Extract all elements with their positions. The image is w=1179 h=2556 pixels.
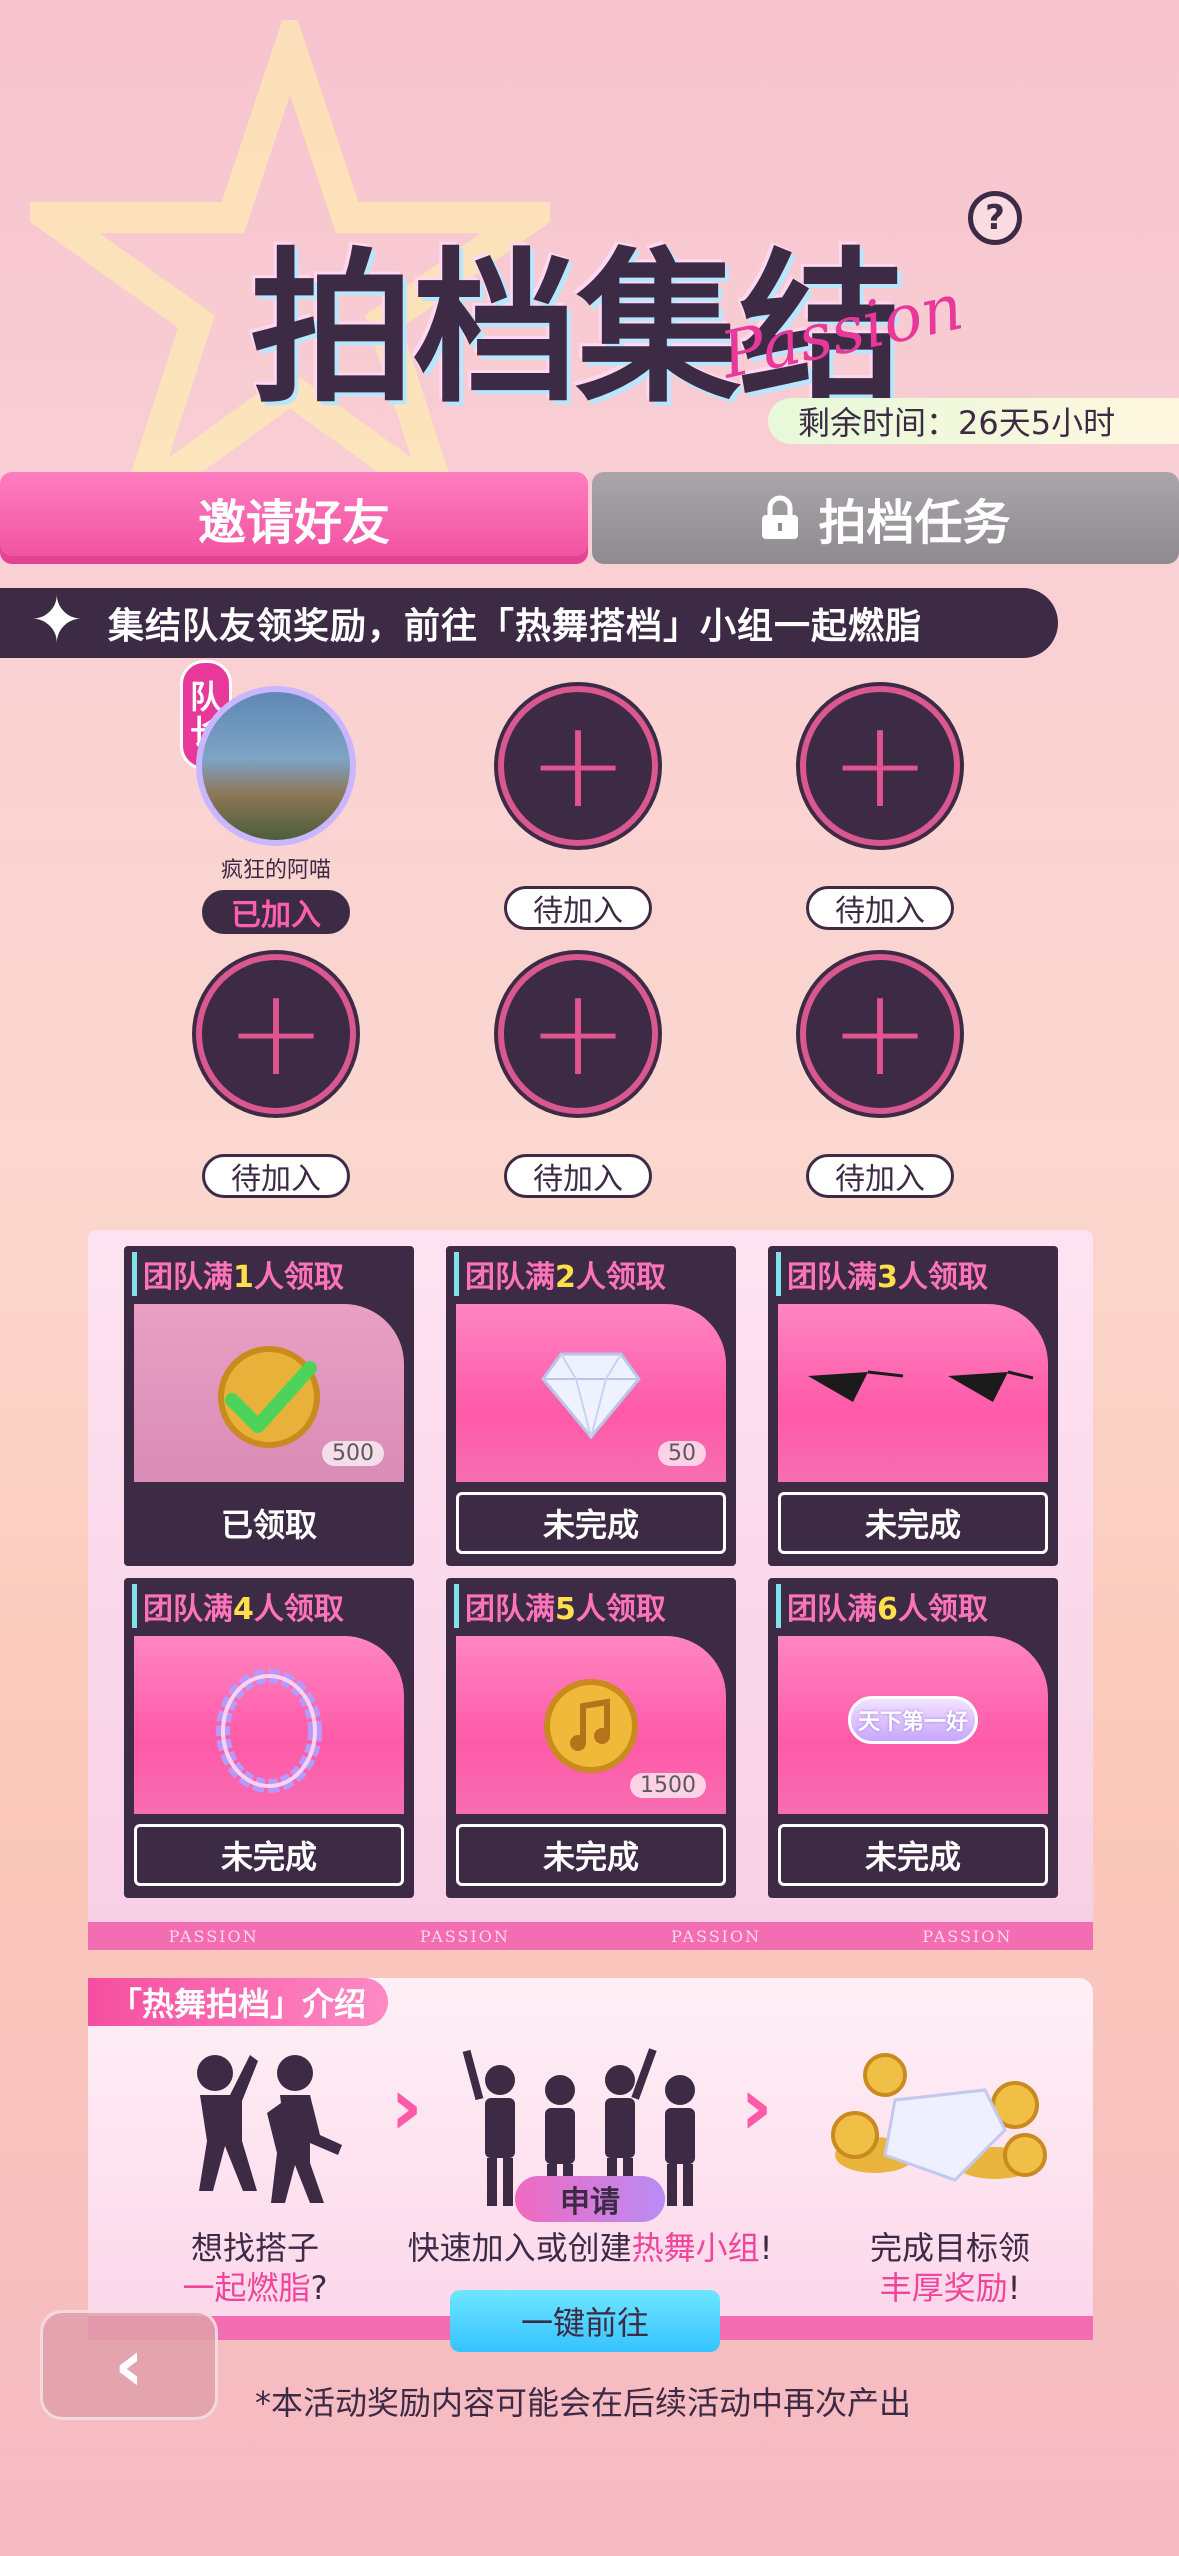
remaining-time: 剩余时间：26天5小时 [768, 398, 1179, 444]
add-member-button[interactable]: + [800, 686, 960, 846]
chevron-left-icon: ‹ [114, 2323, 144, 2407]
plus-icon: + [225, 964, 327, 1103]
reward-art: 1500 [456, 1636, 726, 1814]
reward-quantity: 1500 [630, 1773, 706, 1798]
intro-step-text: 快速加入或创建 [407, 2229, 632, 2267]
reward-art [134, 1636, 404, 1814]
intro-step-text: ? [310, 2269, 328, 2307]
incomplete-button[interactable]: 未完成 [778, 1492, 1048, 1554]
high-five-icon [197, 2055, 342, 2203]
reward-title: 团队满5人领取 [454, 1584, 666, 1628]
passion-strip: PASSION PASSION PASSION PASSION [88, 1922, 1093, 1950]
title-badge-icon: 天下第一好 [848, 1696, 978, 1744]
reward-card-3: 团队满3人领取 未完成 [768, 1246, 1058, 1566]
tab-label: 邀请好友 [197, 495, 390, 551]
sunglasses-icon [808, 1370, 1034, 1402]
plus-icon: + [527, 696, 629, 835]
plus-icon: + [527, 964, 629, 1103]
add-member-button[interactable]: + [196, 954, 356, 1114]
intro-highlight: 丰厚奖励 [879, 2269, 1008, 2307]
chevron-right-icon: › [390, 2060, 423, 2153]
intro-step-1: 想找搭子 一起燃脂? [140, 2228, 370, 2308]
ring-frame-icon [216, 1669, 322, 1793]
reward-card-6: 团队满6人领取 天下第一好 未完成 [768, 1578, 1058, 1898]
status-badge: 已加入 [202, 890, 350, 934]
member-name: 疯狂的阿喵 [220, 858, 331, 883]
sparkle-icon: ✦ [30, 584, 84, 658]
intro-tag: 「热舞拍档」介绍 [88, 1978, 389, 2026]
intro-highlight: 一起燃脂 [182, 2269, 311, 2307]
intro-step-text: ! [759, 2229, 773, 2267]
claimed-button: 已领取 [220, 1506, 317, 1544]
intro-step-text: 完成目标领 [869, 2229, 1030, 2267]
chevron-right-icon: › [740, 2060, 773, 2153]
strip-text: PASSION [671, 1926, 762, 1946]
team-slot-3[interactable]: + 待加入 [800, 686, 960, 930]
incomplete-button[interactable]: 未完成 [778, 1824, 1048, 1886]
reward-title: 团队满1人领取 [132, 1252, 344, 1296]
coins-diamonds-icon [831, 2053, 1047, 2182]
reward-card-4: 团队满4人领取 未完成 [124, 1578, 414, 1898]
strip-text: PASSION [419, 1926, 510, 1946]
reward-art: 天下第一好 [778, 1636, 1048, 1814]
team-slot-5[interactable]: + 待加入 [498, 954, 658, 1198]
incomplete-button[interactable]: 未完成 [456, 1492, 726, 1554]
footer-note: *本活动奖励内容可能会在后续活动中再次产出 [255, 2384, 912, 2422]
status-badge: 待加入 [504, 1154, 652, 1198]
reward-card-5: 团队满5人领取 1500 未完成 [446, 1578, 736, 1898]
reward-title: 团队满3人领取 [776, 1252, 988, 1296]
instruction-banner: 集结队友领奖励，前往「热舞搭档」小组一起燃脂 [0, 588, 1058, 658]
status-badge: 待加入 [806, 886, 954, 930]
plus-icon: + [829, 696, 931, 835]
intro-step-text: ! [1007, 2269, 1021, 2307]
plus-icon: + [829, 964, 931, 1103]
strip-text: PASSION [922, 1926, 1013, 1946]
add-member-button[interactable]: + [498, 686, 658, 846]
intro-step-2: 快速加入或创建热舞小组! [395, 2228, 785, 2268]
intro-step-3: 完成目标领 丰厚奖励! [840, 2228, 1060, 2308]
lock-icon [760, 495, 800, 541]
team-slot-4[interactable]: + 待加入 [196, 954, 356, 1198]
team-slot-2[interactable]: + 待加入 [498, 686, 658, 930]
reward-art [778, 1304, 1048, 1482]
incomplete-button[interactable]: 未完成 [134, 1824, 404, 1886]
rewards-panel: 团队满1人领取 500 已领取 团队满2人领取 50 未完成 团队满3人领取 未… [88, 1230, 1093, 1950]
reward-title: 团队满4人领取 [132, 1584, 344, 1628]
strip-text: PASSION [168, 1926, 259, 1946]
help-button[interactable]: ? [968, 191, 1022, 245]
team-slot-6[interactable]: + 待加入 [800, 954, 960, 1198]
tab-partner-tasks[interactable]: 拍档任务 [592, 472, 1179, 564]
apply-badge: 申请 [515, 2176, 665, 2222]
coin-check-icon [218, 1346, 320, 1448]
incomplete-button[interactable]: 未完成 [456, 1824, 726, 1886]
avatar [196, 686, 356, 846]
reward-title: 团队满6人领取 [776, 1584, 988, 1628]
status-badge: 待加入 [806, 1154, 954, 1198]
reward-quantity: 50 [658, 1441, 706, 1466]
reward-card-2: 团队满2人领取 50 未完成 [446, 1246, 736, 1566]
reward-card-1: 团队满1人领取 500 已领取 [124, 1246, 414, 1566]
tab-label: 拍档任务 [818, 495, 1011, 551]
go-now-button[interactable]: 一键前往 [450, 2290, 720, 2352]
back-button[interactable]: ‹ [40, 2310, 218, 2420]
status-badge: 待加入 [202, 1154, 350, 1198]
tab-invite-friends[interactable]: 邀请好友 [0, 472, 588, 564]
reward-title: 团队满2人领取 [454, 1252, 666, 1296]
intro-highlight: 热舞小组 [631, 2229, 760, 2267]
music-coin-icon [544, 1679, 638, 1773]
reward-art: 50 [456, 1304, 726, 1482]
add-member-button[interactable]: + [498, 954, 658, 1114]
add-member-button[interactable]: + [800, 954, 960, 1114]
reward-art: 500 [134, 1304, 404, 1482]
reward-quantity: 500 [322, 1441, 384, 1466]
banner-text: 集结队友领奖励，前往「热舞搭档」小组一起燃脂 [108, 606, 923, 647]
diamond-icon [541, 1352, 641, 1439]
status-badge: 待加入 [504, 886, 652, 930]
team-slot-1[interactable]: 疯狂的阿喵 已加入 [196, 686, 356, 934]
intro-step-text: 想找搭子 [190, 2229, 319, 2267]
